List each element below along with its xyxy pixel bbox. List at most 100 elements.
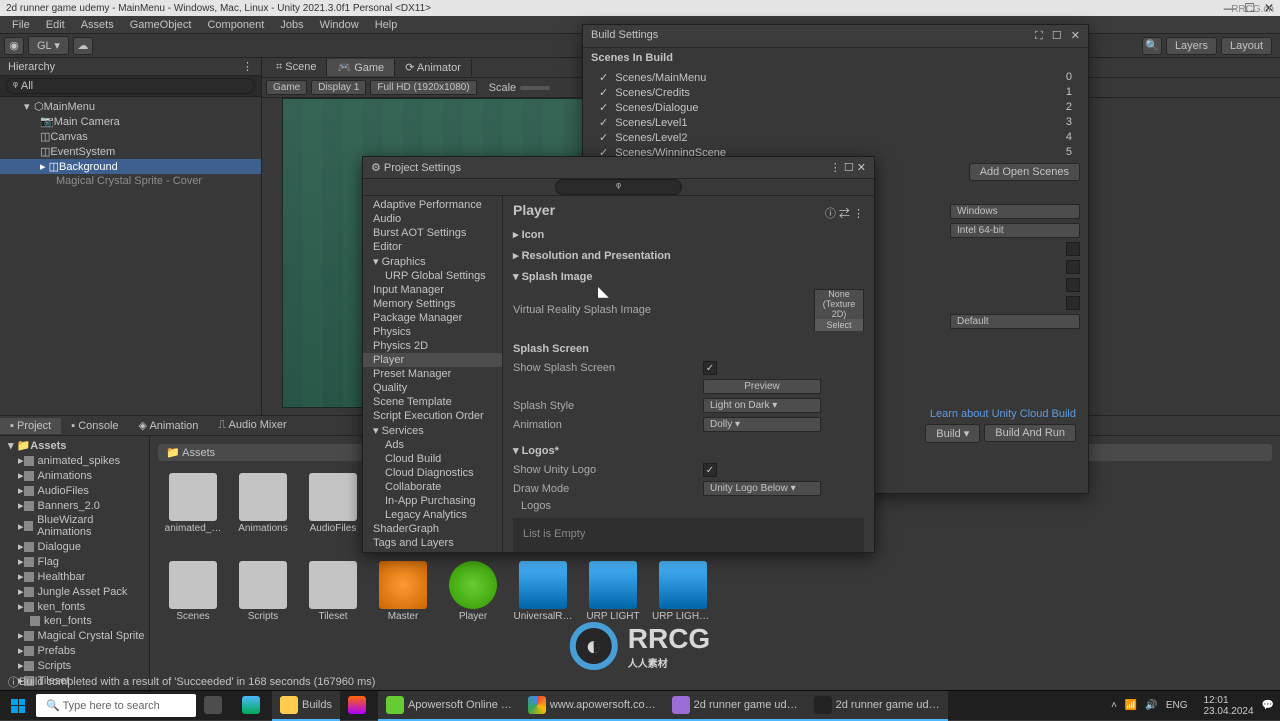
animation-dropdown[interactable]: Dolly ▾ bbox=[703, 417, 821, 432]
hierarchy-canvas[interactable]: ◫ Canvas bbox=[0, 129, 261, 144]
menu-help[interactable]: Help bbox=[367, 17, 406, 33]
menu-edit[interactable]: Edit bbox=[38, 17, 73, 33]
cat-quality[interactable]: Quality bbox=[363, 381, 502, 395]
account-icon[interactable]: ◉ bbox=[4, 37, 24, 55]
menu-gameobject[interactable]: GameObject bbox=[122, 17, 200, 33]
splash-section[interactable]: ▾ Splash Image bbox=[513, 266, 864, 287]
cat-tags[interactable]: Tags and Layers bbox=[363, 536, 502, 550]
tab-project[interactable]: ▪ Project bbox=[0, 418, 61, 434]
cat-graphics[interactable]: ▾ Graphics bbox=[363, 254, 502, 269]
ofiler-checkbox[interactable] bbox=[1066, 278, 1080, 292]
tab-game[interactable]: 🎮 Game bbox=[327, 59, 395, 76]
cat-input[interactable]: Input Manager bbox=[363, 283, 502, 297]
asset-tileset[interactable]: Tileset bbox=[302, 561, 364, 641]
menu-window[interactable]: Window bbox=[312, 17, 367, 33]
scene-root[interactable]: ▾⬡ MainMenu bbox=[0, 99, 261, 114]
tray-volume-icon[interactable]: 🔊 bbox=[1145, 700, 1157, 711]
build-dock-icon[interactable]: ☐ bbox=[1052, 30, 1062, 42]
ng-checkbox[interactable] bbox=[1066, 296, 1080, 310]
build-and-run-button[interactable]: Build And Run bbox=[984, 424, 1076, 442]
tab-animation[interactable]: ◈ Animation bbox=[129, 417, 209, 434]
hierarchy-crystal-sprite[interactable]: Magical Crystal Sprite - Cover bbox=[0, 174, 261, 188]
gl-dropdown[interactable]: GL ▾ bbox=[28, 36, 69, 55]
hierarchy-menu-icon[interactable]: ⋮ bbox=[242, 60, 253, 73]
ps-help-icon[interactable]: ⓘ ⇄ ⋮ bbox=[825, 205, 864, 221]
tray-clock[interactable]: 12:0123.04.2024 bbox=[1195, 695, 1253, 717]
search-icon[interactable]: 🔍 bbox=[1142, 37, 1162, 55]
cat-scenetpl[interactable]: Scene Template bbox=[363, 395, 502, 409]
folder-spikes[interactable]: ▸ animated_spikes bbox=[0, 453, 149, 468]
folder-animations[interactable]: ▸ Animations bbox=[0, 468, 149, 483]
task-unity[interactable]: 2d runner game ud… bbox=[806, 691, 948, 721]
vr-splash-picker[interactable]: None (Texture 2D) Select bbox=[814, 289, 864, 331]
cat-cloud-build[interactable]: Cloud Build bbox=[363, 452, 502, 466]
hierarchy-eventsystem[interactable]: ◫ EventSystem bbox=[0, 144, 261, 159]
cat-package[interactable]: Package Manager bbox=[363, 311, 502, 325]
build-maximize-icon[interactable]: ⛶ bbox=[1035, 30, 1043, 42]
menu-file[interactable]: File bbox=[4, 17, 38, 33]
task-apowersoft[interactable]: Apowersoft Online … bbox=[378, 691, 520, 721]
asset-scenes[interactable]: Scenes bbox=[162, 561, 224, 641]
hierarchy-background[interactable]: ▸ ◫ Background bbox=[0, 159, 261, 174]
draw-mode-dropdown[interactable]: Unity Logo Below ▾ bbox=[703, 481, 821, 496]
hierarchy-main-camera[interactable]: 📷 Main Camera bbox=[0, 114, 261, 129]
preview-button[interactable]: Preview bbox=[703, 379, 821, 394]
assets-root[interactable]: ▾ 📁 Assets bbox=[0, 438, 149, 453]
task-vs[interactable]: 2d runner game ud… bbox=[664, 691, 806, 721]
tray-up-icon[interactable]: ˄ bbox=[1111, 700, 1117, 711]
ps-close-icon[interactable]: ✕ bbox=[857, 162, 866, 174]
cat-preset[interactable]: Preset Manager bbox=[363, 367, 502, 381]
asset-master[interactable]: Master bbox=[372, 561, 434, 641]
logos-section[interactable]: ▾ Logos* bbox=[513, 440, 864, 461]
cat-iap[interactable]: In-App Purchasing bbox=[363, 494, 502, 508]
build-button[interactable]: Build ▾ bbox=[925, 424, 980, 443]
cat-memory[interactable]: Memory Settings bbox=[363, 297, 502, 311]
asset-player[interactable]: Player bbox=[442, 561, 504, 641]
asset-animated[interactable]: animated_… bbox=[162, 473, 224, 553]
taskbar-search[interactable]: 🔍 Type here to search bbox=[36, 694, 196, 717]
game-mode-dropdown[interactable]: Game bbox=[266, 80, 307, 95]
task-view-icon[interactable] bbox=[196, 691, 234, 721]
task-folder[interactable]: Builds bbox=[272, 691, 340, 721]
icon-section[interactable]: ▸ Icon bbox=[513, 224, 864, 245]
asset-universal[interactable]: UniversalR… bbox=[512, 561, 574, 641]
system-tray[interactable]: ˄ 📶 🔊 ENG 12:0123.04.2024 💬 bbox=[1097, 695, 1280, 717]
method-dropdown[interactable]: Default bbox=[950, 314, 1080, 329]
tray-notifications-icon[interactable]: 💬 bbox=[1262, 700, 1274, 711]
cat-physics2d[interactable]: Physics 2D bbox=[363, 339, 502, 353]
cat-shadergraph[interactable]: ShaderGraph bbox=[363, 522, 502, 536]
task-edge-icon[interactable] bbox=[234, 691, 272, 721]
display-dropdown[interactable]: Display 1 bbox=[311, 80, 366, 95]
cat-adaptive[interactable]: Adaptive Performance bbox=[363, 198, 502, 212]
folder-kenfonts[interactable]: ▸ ken_fonts bbox=[0, 599, 149, 614]
cloud-icon[interactable]: ☁ bbox=[73, 37, 93, 55]
cat-burst[interactable]: Burst AOT Settings bbox=[363, 226, 502, 240]
cat-cloud-diag[interactable]: Cloud Diagnostics bbox=[363, 466, 502, 480]
menu-component[interactable]: Component bbox=[199, 17, 272, 33]
asset-audiofiles[interactable]: AudioFiles bbox=[302, 473, 364, 553]
show-splash-checkbox[interactable] bbox=[703, 361, 717, 375]
folder-bluewizard[interactable]: ▸ BlueWizard Animations bbox=[0, 513, 149, 539]
tab-animator[interactable]: ⟳ Animator bbox=[395, 59, 472, 76]
start-button[interactable] bbox=[0, 691, 36, 721]
target-os-dropdown[interactable]: Windows bbox=[950, 204, 1080, 219]
layers-dropdown[interactable]: Layers bbox=[1166, 37, 1217, 55]
folder-healthbar[interactable]: ▸ Healthbar bbox=[0, 569, 149, 584]
tray-lang[interactable]: ENG bbox=[1166, 700, 1188, 711]
resolution-dropdown[interactable]: Full HD (1920x1080) bbox=[370, 80, 476, 95]
folder-dialogue[interactable]: ▸ Dialogue bbox=[0, 539, 149, 554]
folder-banners[interactable]: ▸ Banners_2.0 bbox=[0, 498, 149, 513]
cat-services[interactable]: ▾ Services bbox=[363, 423, 502, 438]
layout-dropdown[interactable]: Layout bbox=[1221, 37, 1272, 55]
scene-row[interactable]: ✓ Scenes/Dialogue2 bbox=[591, 100, 1080, 115]
ps-dock-icon[interactable]: ⋮ bbox=[830, 162, 841, 174]
folder-flag[interactable]: ▸ Flag bbox=[0, 554, 149, 569]
menu-assets[interactable]: Assets bbox=[73, 17, 122, 33]
hierarchy-search[interactable]: ᵠ All bbox=[0, 76, 261, 97]
tab-scene[interactable]: ⌗ Scene bbox=[266, 59, 327, 76]
scene-row[interactable]: ✓ Scenes/Credits1 bbox=[591, 85, 1080, 100]
cat-script-exec[interactable]: Script Execution Order bbox=[363, 409, 502, 423]
cat-tmp[interactable]: TextMesh Pro bbox=[363, 550, 502, 552]
folder-scripts[interactable]: ▸ Scripts bbox=[0, 658, 149, 673]
task-chrome[interactable]: www.apowersoft.co… bbox=[520, 691, 664, 721]
